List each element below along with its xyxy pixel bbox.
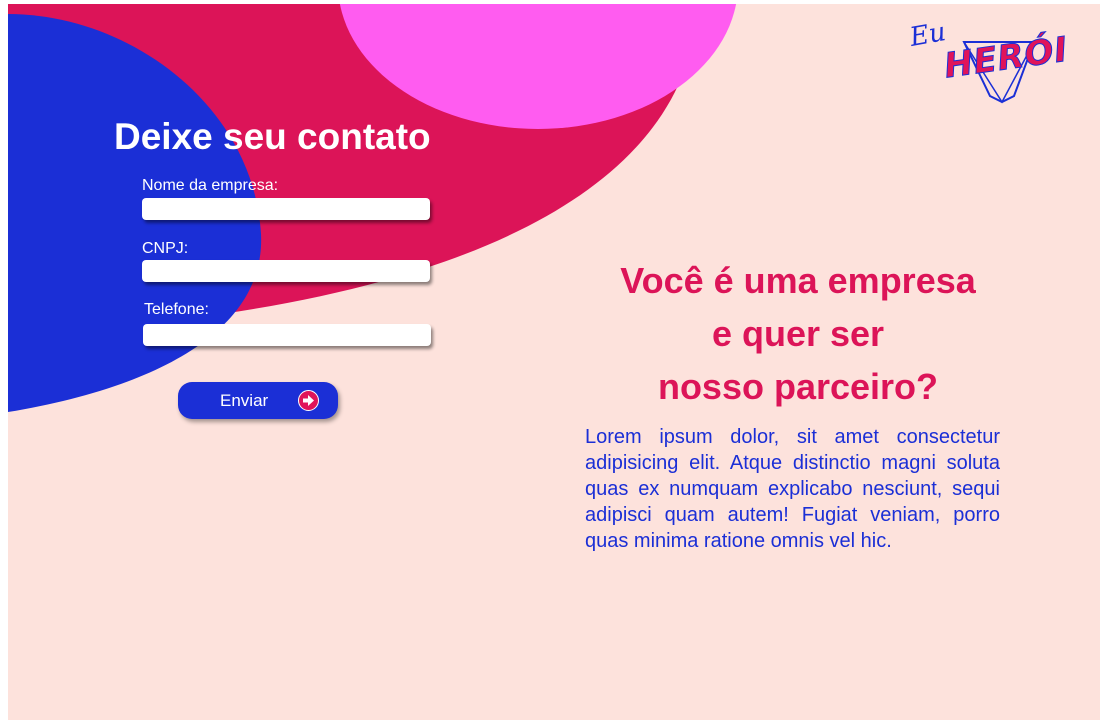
form-title: Deixe seu contato (114, 116, 431, 157)
send-button-label: Enviar (220, 391, 269, 410)
cnpj-input[interactable] (142, 260, 430, 282)
promo-headline: Você é uma empresa e quer ser nosso parc… (568, 254, 1028, 413)
send-button[interactable]: Enviar (178, 382, 338, 419)
phone-label: Telefone: (144, 301, 209, 318)
promo-headline-line-3: nosso parceiro? (657, 366, 939, 407)
company-name-input[interactable] (142, 198, 430, 220)
phone-input[interactable] (143, 324, 431, 346)
cnpj-label: CNPJ: (142, 240, 189, 257)
company-name-label: Nome da empresa: (142, 177, 279, 194)
logo: Eu HERÓI (906, 16, 1071, 108)
promo-headline-line-2: e quer ser (711, 313, 885, 354)
arrow-right-circle-icon (298, 390, 319, 411)
promo-headline-line-1: Você é uma empresa (620, 260, 976, 301)
page: Eu HERÓI Deixe seu contato Nome da empre… (8, 4, 1100, 720)
promo-body-text: Lorem ipsum dolor, sit amet consectetur … (585, 426, 1000, 552)
